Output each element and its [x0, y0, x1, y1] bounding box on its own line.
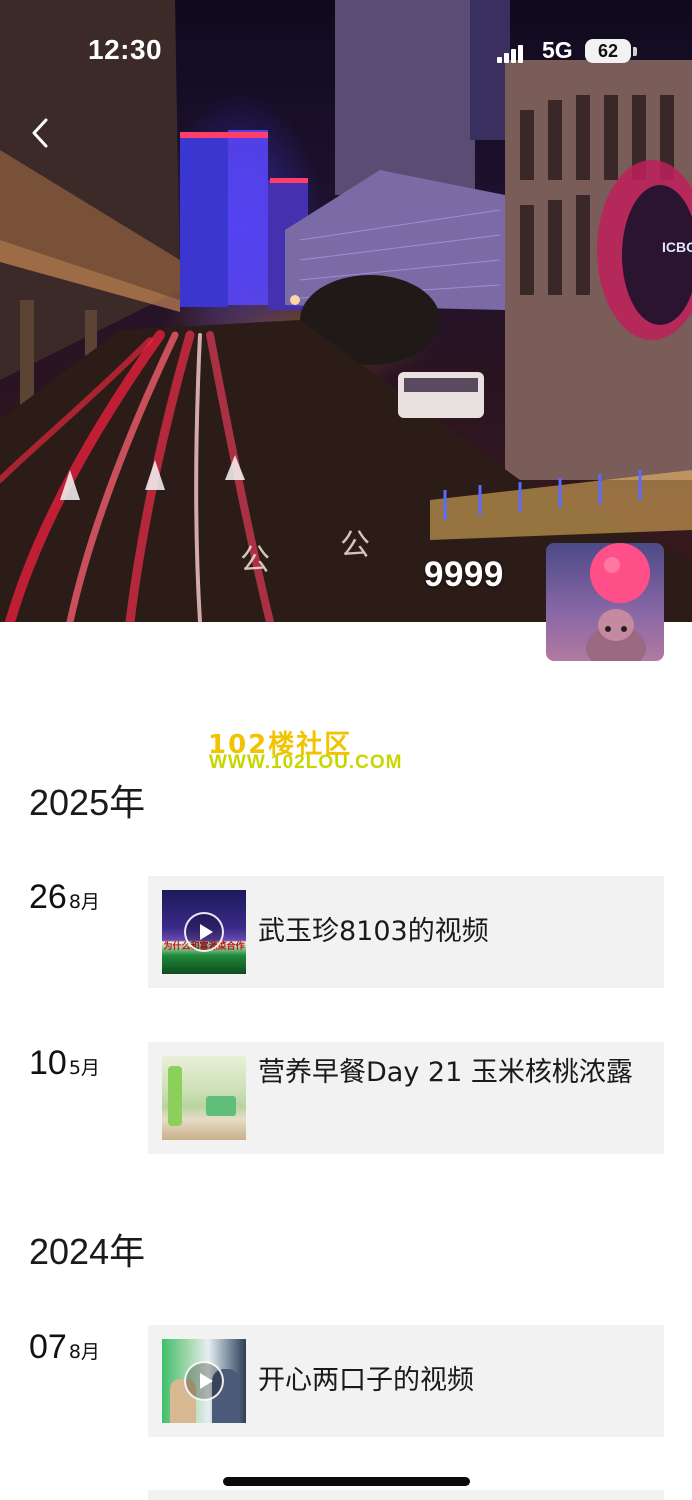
entry-date: 07 8月: [29, 1328, 100, 1367]
year-heading: 2025年: [29, 782, 146, 823]
battery-tip: [633, 47, 637, 56]
watermark-url: WWW.102LOU.COM: [209, 752, 403, 773]
entry-month: 8月: [68, 1341, 100, 1363]
video-thumbnail: [162, 1339, 246, 1423]
battery-icon: 62: [585, 39, 631, 63]
video-thumbnail: 为什么和富源菜合作: [162, 890, 246, 974]
moment-title: 武玉珍8103的视频: [258, 916, 489, 947]
moment-title: 开心两口子的视频: [258, 1365, 474, 1396]
entry-day: 07: [29, 1328, 67, 1366]
status-bar: 12:30 5G 62: [0, 0, 692, 100]
moment-card[interactable]: 营养早餐Day 21 玉米核桃浓露: [148, 1042, 664, 1154]
network-type: 5G: [542, 37, 573, 63]
moment-title: 营养早餐Day 21 玉米核桃浓露: [258, 1057, 633, 1088]
status-time: 12:30: [88, 34, 163, 65]
play-icon: [184, 912, 224, 952]
svg-text:公: 公: [240, 543, 270, 578]
back-button[interactable]: [22, 112, 62, 156]
avatar-image: [586, 543, 650, 661]
entry-day: 26: [29, 878, 67, 916]
entry-month: 5月: [68, 1057, 100, 1079]
post-thumbnail: [162, 1056, 246, 1140]
year-heading: 2024年: [29, 1231, 146, 1272]
signal-strength-icon: [497, 43, 523, 63]
cover-image: ICBC 公 公 12:30 5G 62 9999: [0, 0, 692, 622]
battery-level: 62: [597, 41, 619, 61]
moment-card[interactable]: 开心两口子的视频: [148, 1325, 664, 1437]
moment-card[interactable]: 为什么和富源菜合作 武玉珍8103的视频: [148, 876, 664, 988]
home-indicator: [223, 1477, 470, 1486]
chevron-left-icon: [32, 118, 48, 148]
entry-date: 26 8月: [29, 878, 100, 917]
avatar[interactable]: [546, 543, 664, 661]
moment-card-partial[interactable]: [148, 1490, 664, 1500]
entry-month: 8月: [68, 891, 100, 913]
bank-sign-text: ICBC: [662, 239, 692, 255]
svg-text:公: 公: [340, 528, 370, 563]
entry-day: 10: [29, 1044, 67, 1082]
play-icon: [184, 1361, 224, 1401]
profile-username[interactable]: 9999: [424, 555, 504, 595]
entry-date: 10 5月: [29, 1044, 100, 1083]
